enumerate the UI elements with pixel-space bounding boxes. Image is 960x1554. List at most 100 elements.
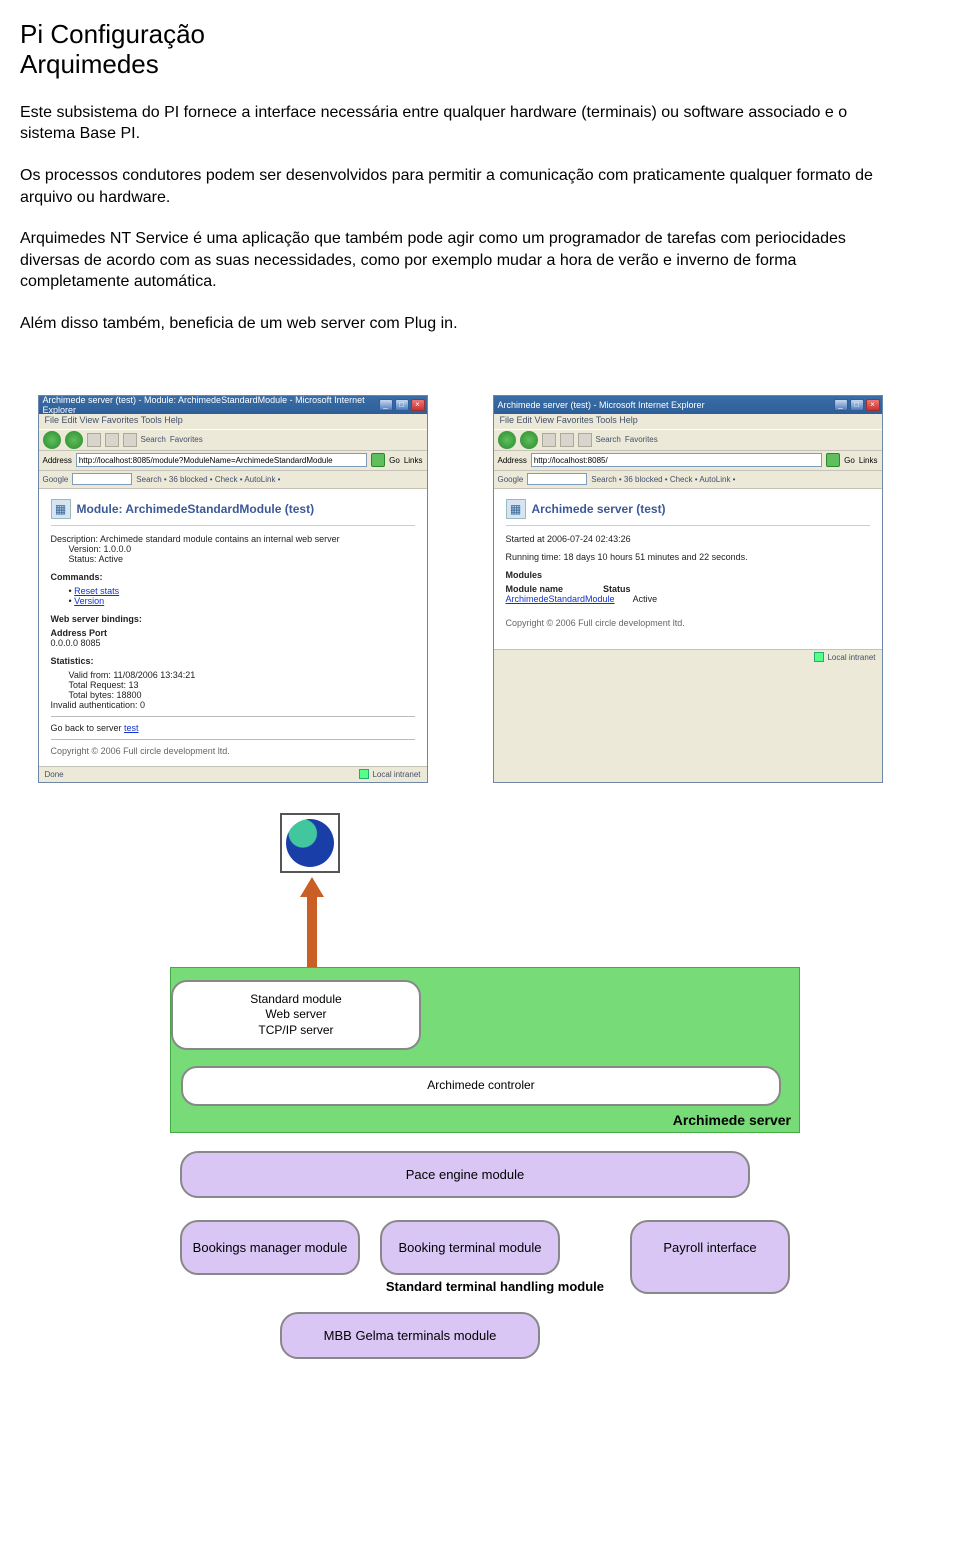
std-module-line1: Standard module xyxy=(189,992,403,1008)
mbb-gelma-module-box: MBB Gelma terminals module xyxy=(280,1312,540,1359)
archimede-server-label: Archimede server xyxy=(673,1112,791,1128)
links-label[interactable]: Links xyxy=(404,456,423,465)
home-icon[interactable] xyxy=(123,433,137,447)
page-title: Module: ArchimedeStandardModule (test) xyxy=(77,502,315,516)
started-at: Started at 2006-07-24 02:43:26 xyxy=(506,534,870,544)
go-button[interactable] xyxy=(371,453,385,467)
bookings-manager-label: Bookings manager module xyxy=(193,1240,348,1255)
browser-toolbar: Search Favorites xyxy=(39,429,427,451)
go-button[interactable] xyxy=(826,453,840,467)
payroll-interface-box: Payroll interface xyxy=(630,1220,790,1294)
arrow-icon xyxy=(306,877,318,967)
bookings-manager-module-box: Bookings manager module xyxy=(180,1220,360,1275)
module-icon: ▦ xyxy=(51,499,71,519)
go-label: Go xyxy=(389,456,400,465)
module-status-value: Active xyxy=(633,594,658,604)
intro-para-4: Além disso também, beneficia de um web s… xyxy=(20,313,900,335)
favorites-button[interactable]: Favorites xyxy=(170,435,203,444)
intro-para-1: Este subsistema do PI fornece a interfac… xyxy=(20,102,900,145)
go-back-text: Go back to server xyxy=(51,723,125,733)
search-button[interactable]: Search xyxy=(596,435,621,444)
google-search-input[interactable] xyxy=(527,473,587,485)
status-zone: Local intranet xyxy=(372,770,420,779)
go-back-link[interactable]: test xyxy=(124,723,139,733)
module-name-link[interactable]: ArchimedeStandardModule xyxy=(506,594,615,604)
server-icon: ▦ xyxy=(506,499,526,519)
address-label: Address xyxy=(498,456,527,465)
maximize-icon[interactable]: □ xyxy=(850,399,864,411)
address-label: Address xyxy=(43,456,72,465)
heading-line1: Pi Configuração xyxy=(20,19,205,49)
stop-icon[interactable] xyxy=(542,433,556,447)
favorites-button[interactable]: Favorites xyxy=(625,435,658,444)
links-label[interactable]: Links xyxy=(859,456,878,465)
minimize-icon[interactable]: _ xyxy=(379,399,393,411)
booking-terminal-module-box: Booking terminal module xyxy=(380,1220,560,1275)
reset-stats-link[interactable]: Reset stats xyxy=(74,586,119,596)
google-items[interactable]: Search • 36 blocked • Check • AutoLink • xyxy=(591,475,735,484)
controller-label: Archimede controler xyxy=(427,1078,534,1092)
google-toolbar: Google Search • 36 blocked • Check • Aut… xyxy=(39,471,427,489)
minimize-icon[interactable]: _ xyxy=(834,399,848,411)
google-label: Google xyxy=(498,475,524,484)
maximize-icon[interactable]: □ xyxy=(395,399,409,411)
back-icon[interactable] xyxy=(498,431,516,449)
window-titlebar: Archimede server (test) - Microsoft Inte… xyxy=(494,396,882,414)
browser-toolbar: Search Favorites xyxy=(494,429,882,451)
back-icon[interactable] xyxy=(43,431,61,449)
forward-icon[interactable] xyxy=(520,431,538,449)
page-title: Archimede server (test) xyxy=(532,502,666,516)
pace-engine-module-box: Pace engine module xyxy=(180,1151,750,1198)
window-titlebar: Archimede server (test) - Module: Archim… xyxy=(39,396,427,414)
forward-icon[interactable] xyxy=(65,431,83,449)
archimede-server-box: Standard module Web server TCP/IP server… xyxy=(170,967,800,1133)
total-bytes: Total bytes: 18800 xyxy=(69,690,415,700)
screenshot-row: Archimede server (test) - Module: Archim… xyxy=(20,395,900,783)
version-value: 1.0.0.0 xyxy=(104,544,132,554)
page-heading: Pi Configuração Arquimedes xyxy=(20,20,900,80)
running-time: Running time: 18 days 10 hours 51 minute… xyxy=(506,552,870,562)
screenshot-left: Archimede server (test) - Module: Archim… xyxy=(38,395,428,783)
description-value: Archimede standard module contains an in… xyxy=(100,534,340,544)
refresh-icon[interactable] xyxy=(105,433,119,447)
refresh-icon[interactable] xyxy=(560,433,574,447)
standard-terminal-handling-label: Standard terminal handling module xyxy=(180,1279,604,1294)
version-label: Version: xyxy=(69,544,102,554)
pace-label: Pace engine module xyxy=(406,1167,525,1182)
copyright-text: Copyright © 2006 Full circle development… xyxy=(51,746,415,756)
google-items[interactable]: Search • 36 blocked • Check • AutoLink • xyxy=(136,475,280,484)
status-done: Done xyxy=(45,770,64,779)
go-label: Go xyxy=(844,456,855,465)
window-title: Archimede server (test) - Module: Archim… xyxy=(43,395,379,415)
archimede-controller-box: Archimede controler xyxy=(181,1066,781,1106)
version-link[interactable]: Version xyxy=(74,596,104,606)
page-body: ▦ Module: ArchimedeStandardModule (test)… xyxy=(39,489,427,766)
globe-icon xyxy=(280,813,340,873)
zone-icon xyxy=(359,769,369,779)
address-bar: Address http://localhost:8085/module?Mod… xyxy=(39,451,427,471)
standard-module-box: Standard module Web server TCP/IP server xyxy=(171,980,421,1051)
address-input[interactable]: http://localhost:8085/module?ModuleName=… xyxy=(76,453,367,467)
address-input[interactable]: http://localhost:8085/ xyxy=(531,453,822,467)
zone-icon xyxy=(814,652,824,662)
booking-terminal-label: Booking terminal module xyxy=(398,1240,541,1255)
browser-statusbar: Local intranet xyxy=(494,649,882,665)
close-icon[interactable]: × xyxy=(411,399,425,411)
search-button[interactable]: Search xyxy=(141,435,166,444)
bindings-header: Web server bindings: xyxy=(51,614,415,624)
commands-header: Commands: xyxy=(51,572,415,582)
addr-port-header: Address Port xyxy=(51,628,415,638)
menu-bar[interactable]: File Edit View Favorites Tools Help xyxy=(494,414,882,429)
status-value: Active xyxy=(99,554,124,564)
menu-bar[interactable]: File Edit View Favorites Tools Help xyxy=(39,414,427,429)
close-icon[interactable]: × xyxy=(866,399,880,411)
window-title: Archimede server (test) - Microsoft Inte… xyxy=(498,400,705,410)
home-icon[interactable] xyxy=(578,433,592,447)
copyright-text: Copyright © 2006 Full circle development… xyxy=(506,618,870,628)
modules-row: Bookings manager module Booking terminal… xyxy=(180,1220,820,1294)
address-bar: Address http://localhost:8085/ Go Links xyxy=(494,451,882,471)
google-search-input[interactable] xyxy=(72,473,132,485)
addr-port-value: 0.0.0.0 8085 xyxy=(51,638,415,648)
valid-from: Valid from: 11/08/2006 13:34:21 xyxy=(69,670,415,680)
stop-icon[interactable] xyxy=(87,433,101,447)
